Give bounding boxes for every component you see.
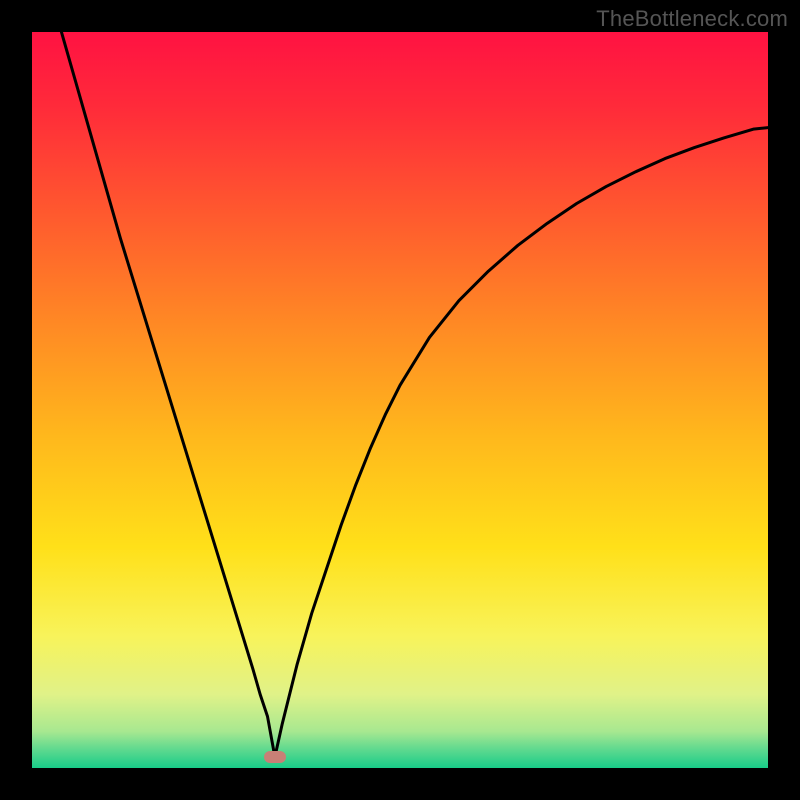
optimal-marker xyxy=(264,751,286,763)
chart-frame: TheBottleneck.com xyxy=(0,0,800,800)
bottleneck-curve xyxy=(32,32,768,768)
plot-area xyxy=(32,32,768,768)
watermark-text: TheBottleneck.com xyxy=(596,6,788,32)
